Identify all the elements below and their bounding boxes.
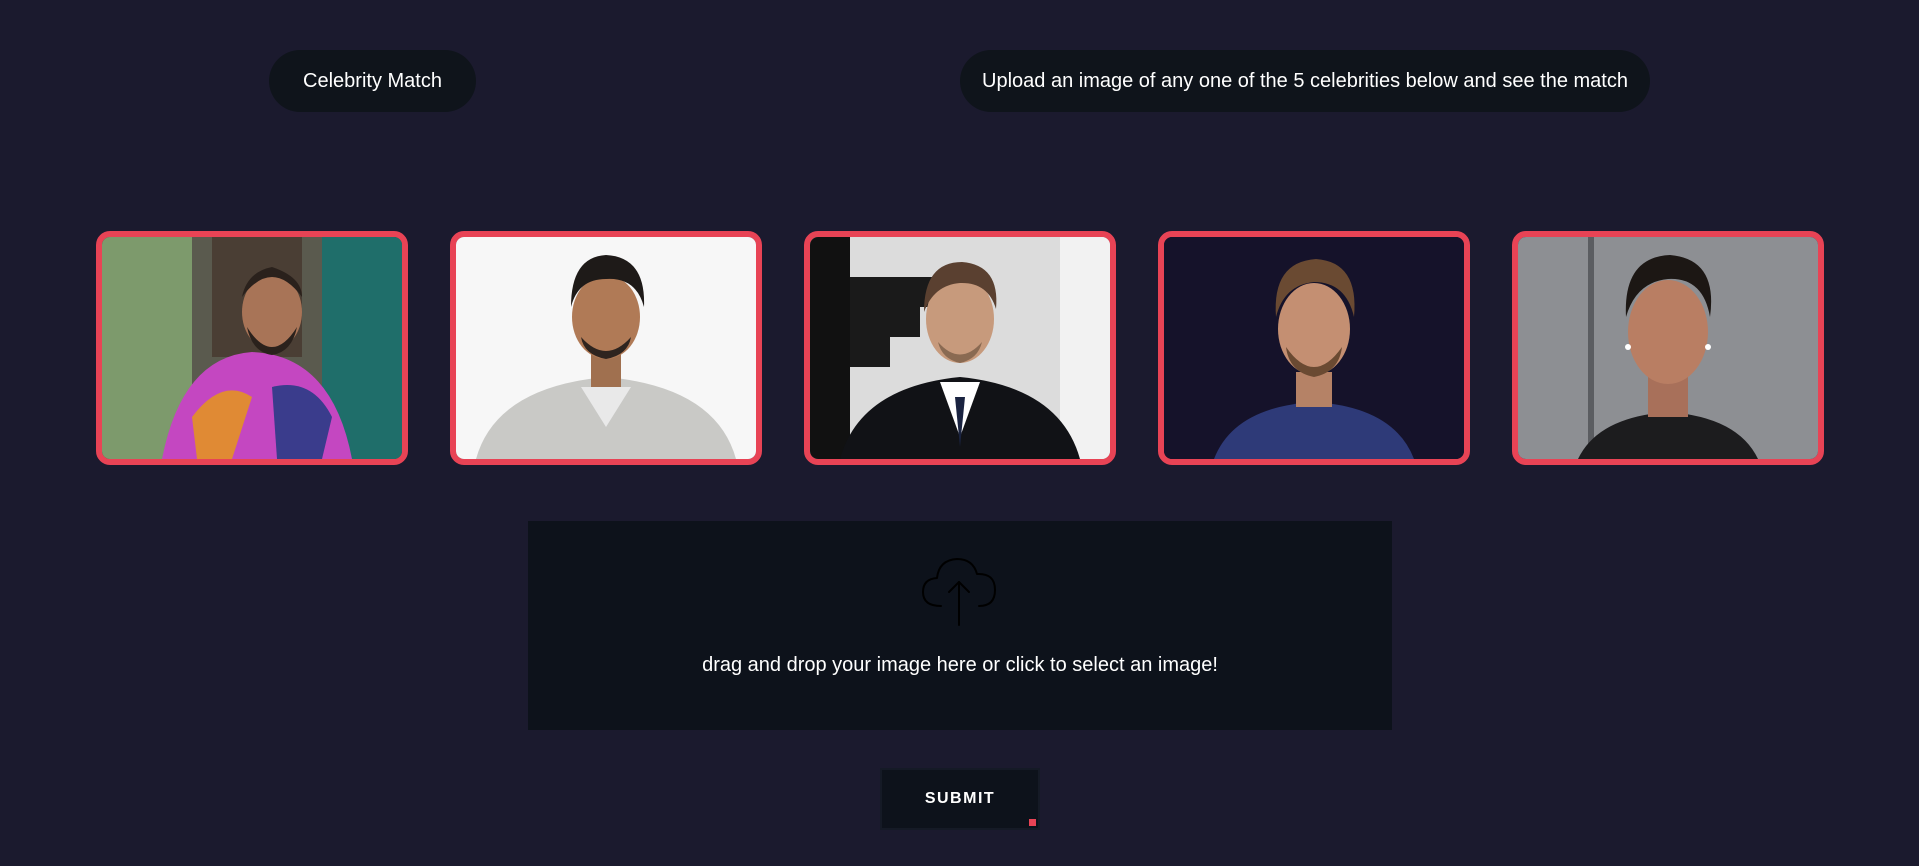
celebrity-card-5 <box>1512 231 1824 465</box>
celebrity-card-4 <box>1158 231 1470 465</box>
celebrity-photo-5 <box>1518 237 1818 459</box>
submit-label: SUBMIT <box>924 790 996 807</box>
celebrity-photo-3 <box>810 237 1110 459</box>
celebrity-card-2 <box>450 231 762 465</box>
celebrity-photo-1 <box>102 237 402 459</box>
image-dropzone[interactable]: drag and drop your image here or click t… <box>528 521 1392 730</box>
app-title: Celebrity Match <box>303 69 442 92</box>
cloud-upload-icon <box>922 558 996 626</box>
celebrity-gallery <box>96 231 1824 465</box>
celebrity-card-3 <box>804 231 1116 465</box>
instructions-pill: Upload an image of any one of the 5 cele… <box>960 50 1650 112</box>
submit-accent-marker <box>1029 819 1036 826</box>
submit-button[interactable]: SUBMIT <box>880 768 1040 830</box>
instructions-text: Upload an image of any one of the 5 cele… <box>982 69 1628 92</box>
celebrity-photo-4 <box>1164 237 1464 459</box>
celebrity-card-1 <box>96 231 408 465</box>
app-title-pill: Celebrity Match <box>269 50 476 112</box>
celebrity-photo-2 <box>456 237 756 459</box>
dropzone-prompt: drag and drop your image here or click t… <box>702 654 1218 676</box>
